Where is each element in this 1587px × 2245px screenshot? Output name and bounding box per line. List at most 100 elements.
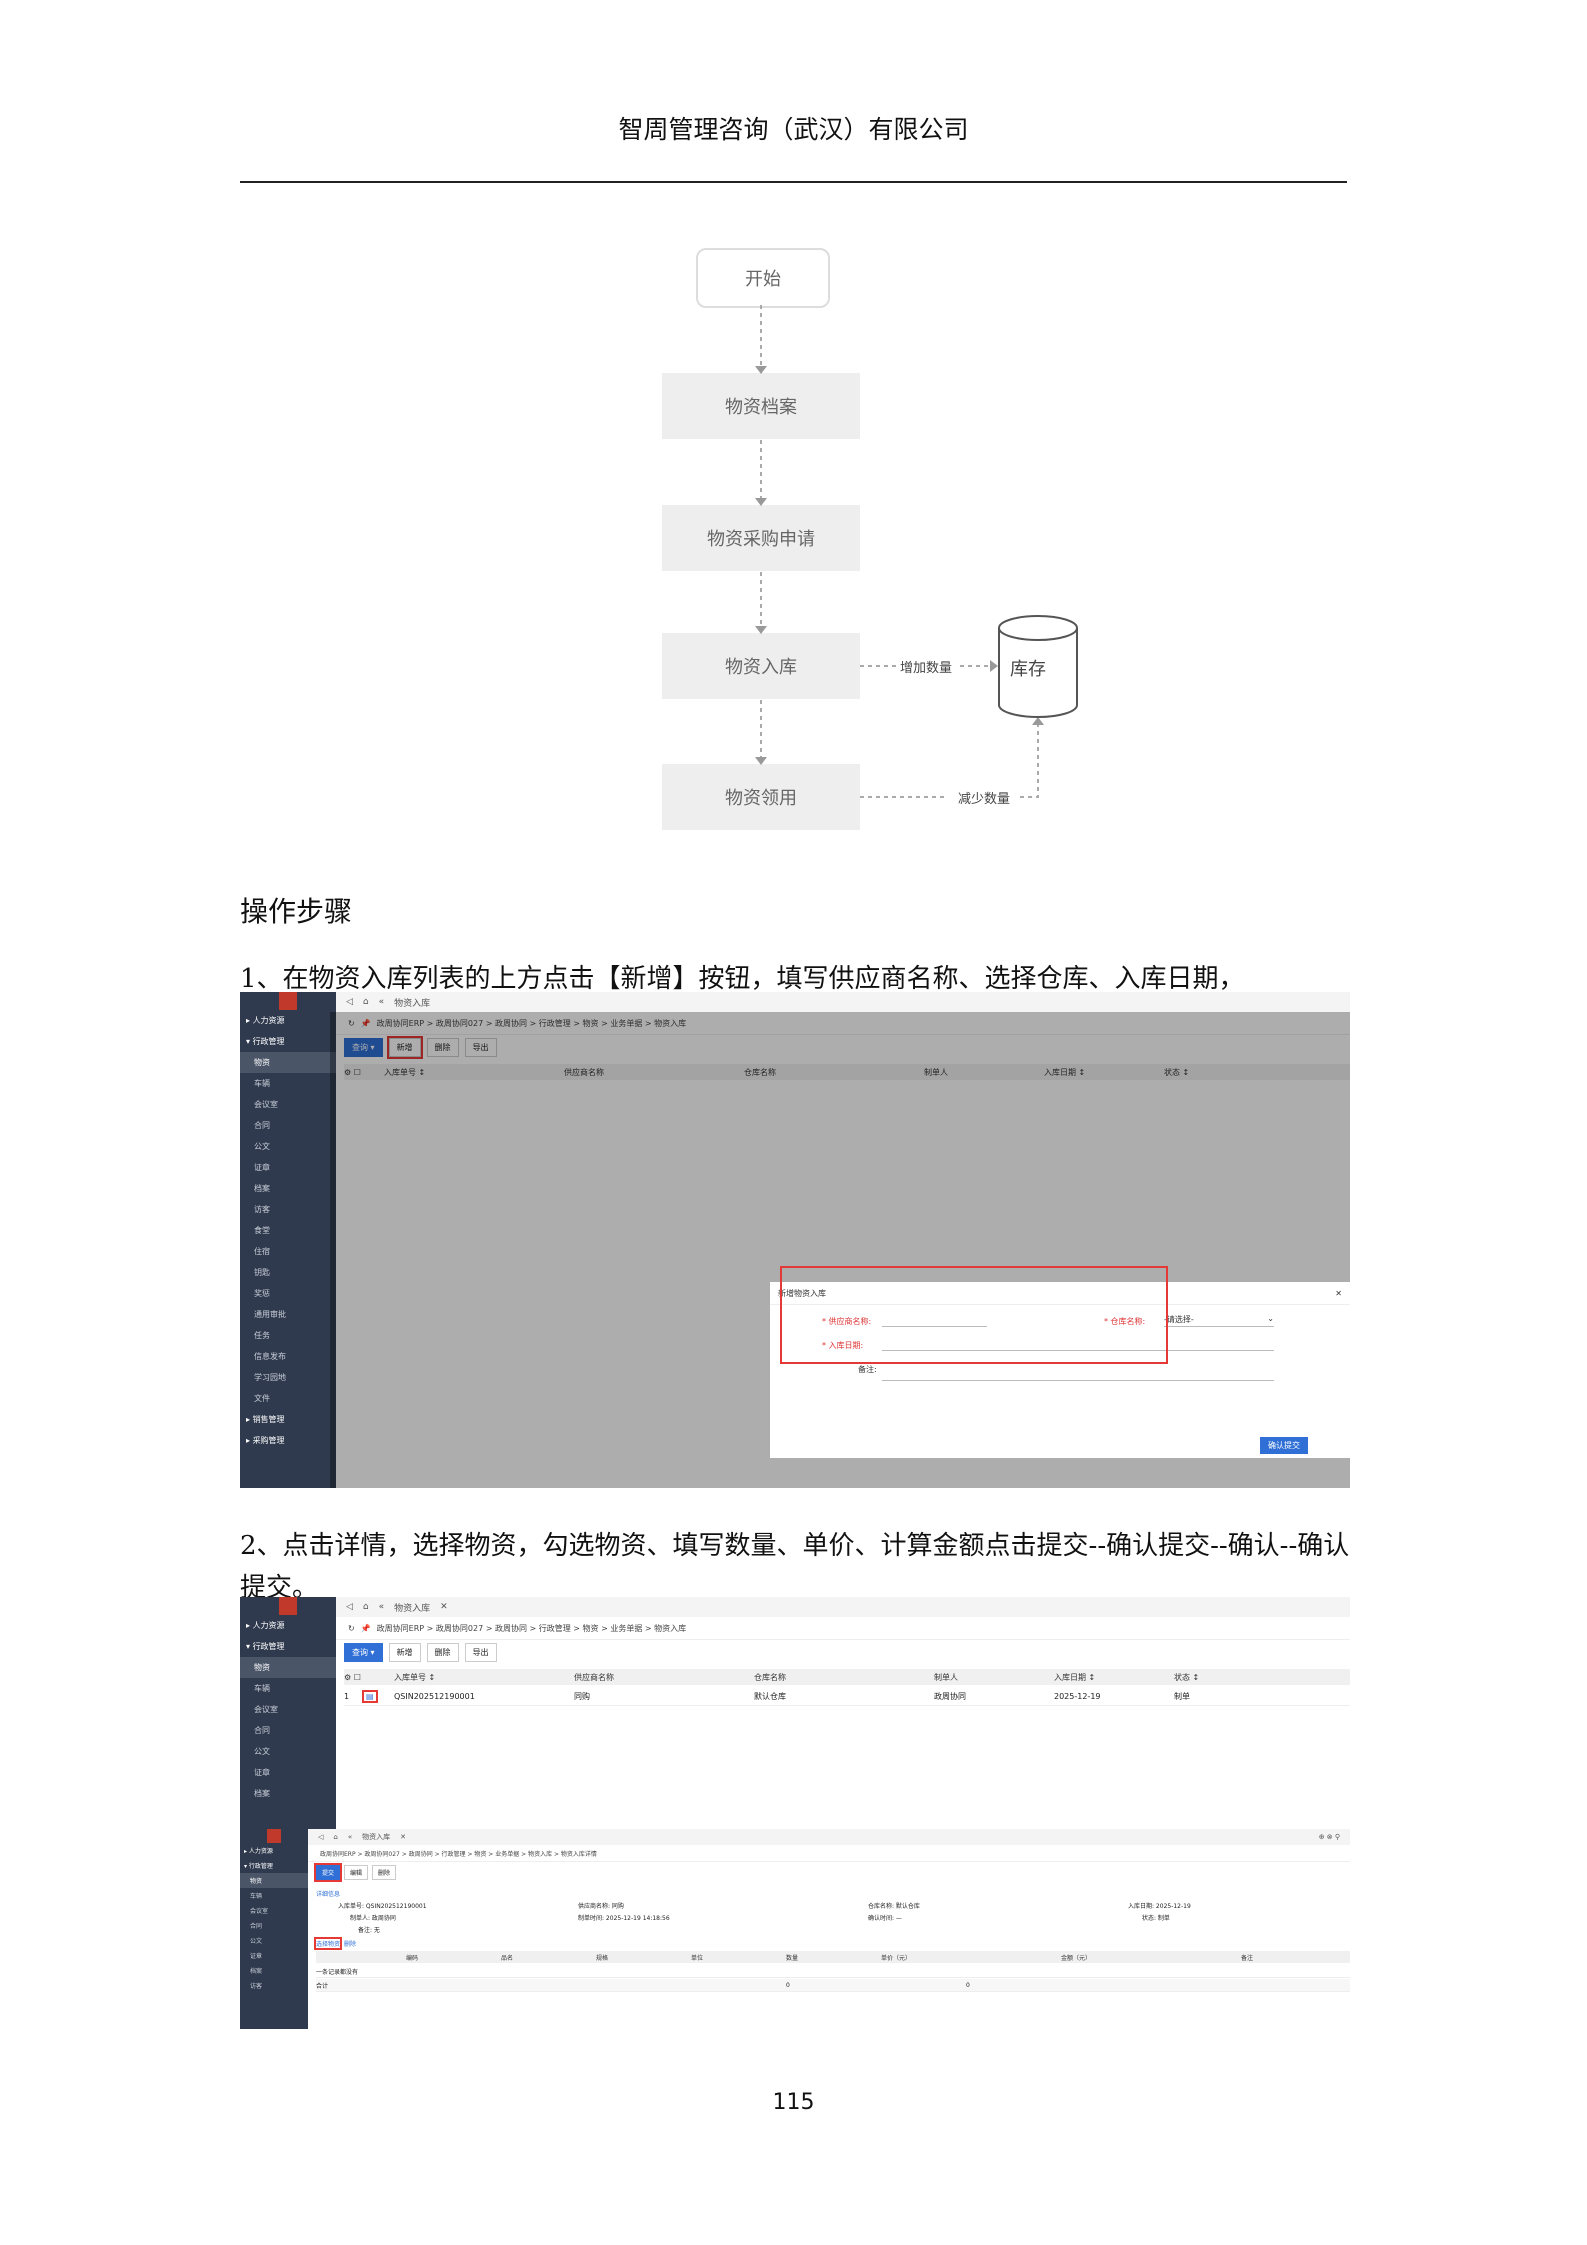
pin-icon[interactable]: 📌 [361,1624,371,1633]
sidebar-group[interactable]: ▸ 采购管理 [240,1430,336,1451]
empty-row: 一条记录都没有 [316,1965,1350,1978]
tab-inbound[interactable]: 物资入库 [362,1832,390,1842]
sidebar-item[interactable]: 档案 [240,1783,336,1804]
close-icon[interactable]: ✕ [1335,1289,1342,1298]
sidebar-group[interactable]: ▾ 行政管理 [240,1031,336,1052]
sidebar-item[interactable]: 合同 [240,1720,336,1741]
cell-date: 2025-12-19 [1054,1691,1101,1701]
home-icon[interactable]: ⌂ [333,1833,337,1841]
sidebar-item[interactable]: 任务 [240,1325,336,1346]
delete-link[interactable]: 删除 [344,1939,356,1948]
sidebar-item[interactable]: 文件 [240,1388,336,1409]
sidebar-item[interactable]: 住宿 [240,1241,336,1262]
sidebar-group[interactable]: ▾ 行政管理 [240,1858,308,1873]
sidebar-item[interactable]: 物资 [240,1873,308,1888]
toolbar: 查询 ▾ 新增 删除 导出 [344,1643,497,1662]
refresh-icon[interactable]: ↻ [348,1624,355,1633]
cell-creator: 政周协同 [934,1691,966,1701]
tab-inbound[interactable]: 物资入库 [394,1601,430,1614]
field-created-time: 制单时间: 2025-12-19 14:18:56 [578,1915,670,1922]
delete-button[interactable]: 删除 [372,1865,397,1880]
app-sidebar: ▸ 人力资源 ▾ 行政管理 物资 车辆 会议室 合同 公文 证章 档案 [240,1597,336,1829]
edit-button[interactable]: 编辑 [344,1865,369,1880]
column-header: 金额（元） [1061,1954,1092,1962]
sidebar-item[interactable]: 学习园地 [240,1367,336,1388]
column-header[interactable]: 状态 ↕ [1174,1672,1274,1683]
breadcrumb-text: 政周协同ERP > 政周协同027 > 政周协同 > 行政管理 > 物资 > 业… [376,1623,687,1633]
sidebar-item[interactable]: 档案 [240,1178,336,1199]
sidebar-item[interactable]: 证章 [240,1157,336,1178]
sidebar-item[interactable]: 车辆 [240,1678,336,1699]
total-label: 合计 [316,1982,329,1990]
total-amount: 0 [966,1981,970,1989]
storage-label: 库存 [1010,659,1046,680]
column-header[interactable]: 入库日期 ↕ [1054,1672,1174,1683]
section-title: 操作步骤 [240,895,353,928]
sidebar-item[interactable]: 档案 [240,1963,308,1978]
sidebar-item[interactable]: 物资 [240,1052,336,1073]
sidebar-item[interactable]: 合同 [240,1918,308,1933]
increase-label: 增加数量 [900,661,953,676]
back-icon[interactable]: ◁ [346,1602,353,1612]
collapse-icon[interactable]: « [379,997,385,1007]
column-header[interactable]: 入库单号 ↕ [394,1672,574,1683]
close-icon[interactable]: ✕ [440,1602,448,1612]
column-header: 供应商名称 [574,1672,614,1682]
collapse-icon[interactable]: « [348,1833,352,1841]
detail-icon[interactable]: ▤ [362,1689,394,1703]
column-header: 品名 [501,1954,514,1962]
sidebar-group[interactable]: ▸ 销售管理 [240,1409,336,1430]
back-icon[interactable]: ◁ [318,1833,323,1841]
sidebar-item[interactable]: 证章 [240,1762,336,1783]
sidebar-item[interactable]: 会议室 [240,1699,336,1720]
tab-inbound[interactable]: 物资入库 [394,996,430,1009]
screenshot-inbound-detail: ▸ 人力资源 ▾ 行政管理 物资 车辆 会议室 合同 公文 证章 档案 访客 ◁… [240,1829,1350,2029]
window-icons[interactable]: ⊕ ⊗ ⚲ [1319,1833,1350,1841]
sidebar-item[interactable]: 证章 [240,1948,308,1963]
sidebar-item[interactable]: 合同 [240,1115,336,1136]
sidebar-item[interactable]: 通用审批 [240,1304,336,1325]
confirm-submit-button[interactable]: 确认提交 [1260,1437,1308,1454]
sidebar-item[interactable]: 会议室 [240,1903,308,1918]
collapse-icon[interactable]: « [379,1602,385,1612]
close-icon[interactable]: ✕ [400,1833,406,1841]
cell-order: QSIN202512190001 [394,1691,475,1701]
sidebar-item[interactable]: 会议室 [240,1094,336,1115]
tab-bar: ◁ ⌂ « 物资入库 ✕ ⊕ ⊗ ⚲ [308,1829,1350,1846]
select-material-link[interactable]: 选择物资 [313,1937,343,1950]
sidebar-item[interactable]: 访客 [240,1199,336,1220]
app-sidebar: ▸ 人力资源 ▾ 行政管理 物资 车辆 会议室 合同 公文 证章 档案 访客 [240,1829,308,2029]
settings-icon[interactable]: ⚙ ☐ [344,1673,394,1682]
sidebar-group[interactable]: ▸ 人力资源 [240,1010,336,1031]
warehouse-select[interactable]: -请选择- ⌄ [1164,1314,1274,1327]
sidebar-group[interactable]: ▾ 行政管理 [240,1636,336,1657]
sidebar-item[interactable]: 车辆 [240,1073,336,1094]
back-icon[interactable]: ◁ [346,997,353,1007]
sidebar-item[interactable]: 信息发布 [240,1346,336,1367]
sidebar-group[interactable]: ▸ 人力资源 [240,1615,336,1636]
home-icon[interactable]: ⌂ [363,1602,369,1612]
sidebar-item[interactable]: 公文 [240,1136,336,1157]
sidebar-item[interactable]: 食堂 [240,1220,336,1241]
sidebar-group[interactable]: ▸ 人力资源 [240,1843,308,1858]
sidebar-item[interactable]: 奖惩 [240,1283,336,1304]
sidebar-item[interactable]: 访客 [240,1978,308,1993]
sidebar-item[interactable]: 公文 [240,1741,336,1762]
field-remark: 备注: 无 [358,1927,380,1934]
sidebar-item[interactable]: 公文 [240,1933,308,1948]
column-header: 备注 [1241,1954,1254,1962]
sidebar-item[interactable]: 车辆 [240,1888,308,1903]
cell-status: 制单 [1174,1691,1190,1701]
remark-textarea[interactable] [882,1372,1274,1381]
table-row[interactable]: 1 ▤ QSIN202512190001 同购 默认仓库 政周协同 2025-1… [344,1687,1350,1706]
column-header: 规格 [596,1954,609,1962]
sidebar-item[interactable]: 钥匙 [240,1262,336,1283]
delete-button[interactable]: 删除 [426,1643,459,1662]
column-header: 制单人 [934,1672,958,1682]
query-button[interactable]: 查询 ▾ [344,1643,383,1662]
sidebar-item[interactable]: 物资 [240,1657,336,1678]
add-button[interactable]: 新增 [388,1643,421,1662]
export-button[interactable]: 导出 [464,1643,497,1662]
submit-button[interactable]: 提交 [313,1863,343,1882]
home-icon[interactable]: ⌂ [363,997,369,1007]
